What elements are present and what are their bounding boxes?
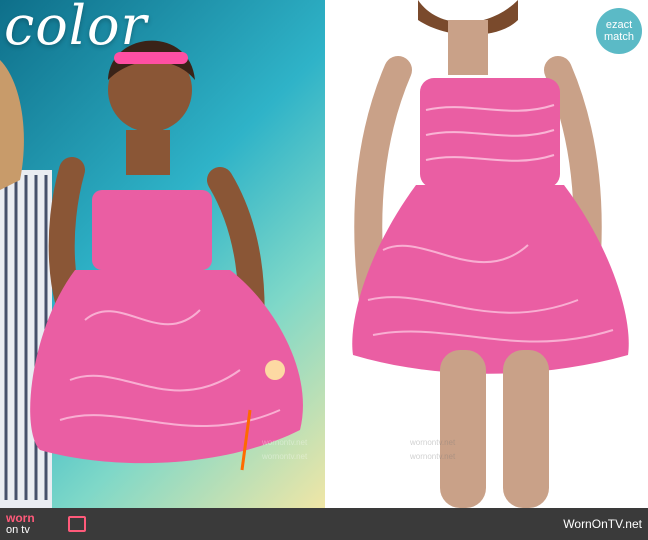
exact-match-badge: ezact match [596, 8, 642, 54]
tv-icon [68, 516, 86, 532]
watermark: wornontv.net [262, 438, 308, 447]
watermark: wornontv.net [410, 452, 456, 461]
bottom-bar: worn on tv WornOnTV.net [0, 508, 648, 540]
logo-line1: worn [6, 511, 35, 525]
badge-line1: ezact [605, 19, 633, 31]
left-photo: color wornontv.net wornontv.net [0, 0, 325, 508]
watermark: wornontv.net [410, 438, 456, 447]
badge-line2: match [604, 31, 634, 43]
logo-line2: on tv [6, 524, 30, 536]
right-photo: wornontv.net wornontv.net [328, 0, 648, 508]
on-screen-text: color [4, 0, 148, 57]
site-url: WornOnTV.net [563, 517, 642, 531]
right-scene-illustration [352, 0, 629, 508]
wornontv-logo: worn on tv [6, 510, 86, 538]
left-scene-illustration [0, 40, 303, 508]
watermark: wornontv.net [262, 452, 308, 461]
